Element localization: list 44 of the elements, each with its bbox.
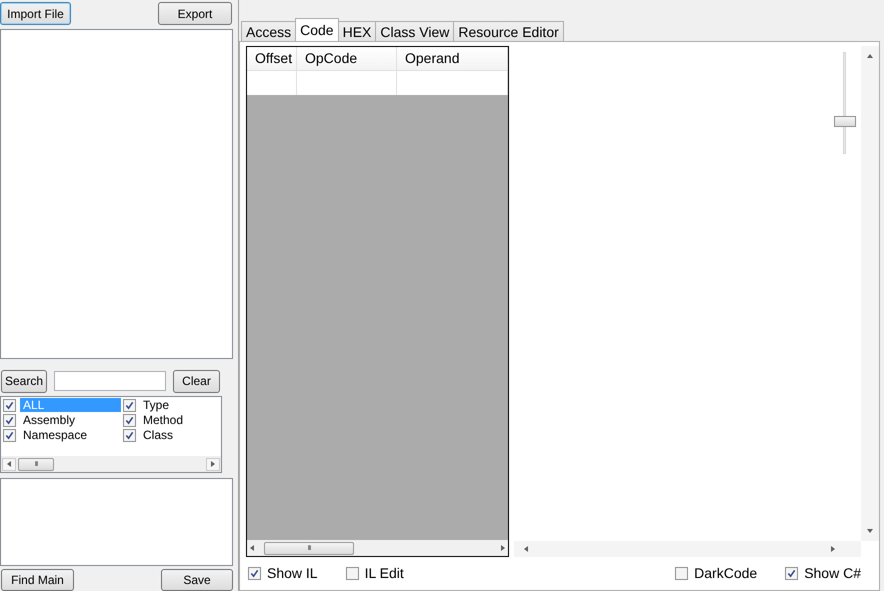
checkbox[interactable]	[3, 398, 16, 412]
filter-item[interactable]: Method	[140, 413, 221, 428]
save-button[interactable]: Save	[161, 569, 233, 591]
option-label: DarkCode	[694, 565, 758, 581]
zoom-slider[interactable]	[837, 52, 853, 154]
left-arrow-icon[interactable]	[522, 545, 530, 553]
filter-item[interactable]: Assembly	[20, 413, 121, 428]
checkbox[interactable]	[123, 428, 136, 442]
right-arrow-icon[interactable]	[829, 545, 837, 553]
left-arrow-icon[interactable]	[248, 544, 256, 552]
checkbox[interactable]	[248, 566, 261, 580]
right-arrow-icon[interactable]	[209, 460, 217, 468]
tab[interactable]: Access	[241, 21, 296, 41]
checkbox[interactable]	[123, 414, 136, 427]
up-arrow-icon[interactable]	[866, 52, 874, 60]
search-button[interactable]: Search	[1, 370, 47, 393]
checkbox[interactable]	[346, 566, 359, 580]
option-label: Show IL	[267, 565, 318, 581]
checkbox[interactable]	[785, 566, 798, 580]
checkbox[interactable]	[3, 414, 16, 427]
checkbox[interactable]	[3, 428, 16, 442]
option-label: IL Edit	[364, 565, 404, 581]
import-file-button[interactable]: Import File	[0, 2, 71, 25]
checkbox[interactable]	[675, 566, 688, 580]
tab[interactable]: Code	[295, 18, 339, 41]
find-main-button[interactable]: Find Main	[1, 569, 74, 591]
clear-button[interactable]: Clear	[173, 370, 220, 393]
tab[interactable]: HEX	[338, 21, 376, 41]
checkbox[interactable]	[123, 398, 136, 412]
column-header[interactable]: OpCode	[297, 47, 397, 70]
left-arrow-icon[interactable]	[5, 460, 13, 468]
option-label: Show C#	[804, 565, 861, 581]
export-button[interactable]: Export	[158, 2, 232, 25]
column-header[interactable]: Operand	[397, 47, 508, 70]
search-field[interactable]	[54, 371, 166, 392]
right-arrow-icon[interactable]	[499, 544, 507, 552]
tab[interactable]: Class View	[375, 21, 454, 41]
down-arrow-icon[interactable]	[866, 527, 874, 535]
filter-item[interactable]: Type	[140, 398, 221, 412]
output-box[interactable]	[0, 478, 233, 566]
column-header[interactable]: Offset	[247, 47, 297, 70]
filter-item[interactable]: Namespace	[20, 428, 121, 442]
tab[interactable]: Resource Editor	[453, 21, 564, 41]
filter-item[interactable]: Class	[140, 428, 221, 442]
